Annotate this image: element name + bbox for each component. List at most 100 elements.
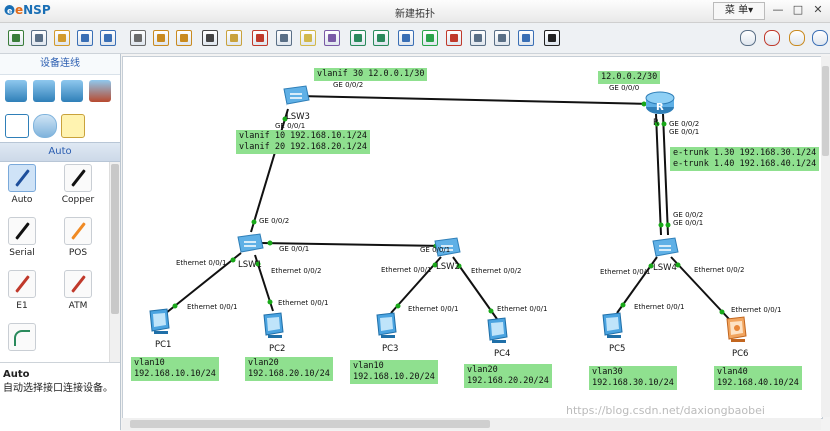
switch-lsw3[interactable] bbox=[281, 83, 311, 107]
maximize-button[interactable]: □ bbox=[788, 2, 808, 18]
topology-icon[interactable] bbox=[518, 30, 534, 46]
cable-label: Auto bbox=[11, 195, 33, 205]
router-r[interactable]: R bbox=[643, 90, 677, 116]
link-r-lsw4-b[interactable] bbox=[662, 113, 669, 236]
start-device-icon[interactable] bbox=[422, 30, 438, 46]
save-icon[interactable] bbox=[77, 30, 93, 46]
pc-icon bbox=[487, 317, 508, 343]
router-icon[interactable] bbox=[5, 80, 27, 102]
serial-cable[interactable]: Serial bbox=[2, 217, 42, 258]
delete-all-links-icon[interactable] bbox=[276, 30, 292, 46]
pos-cable[interactable]: POS bbox=[58, 217, 98, 258]
redo-icon[interactable] bbox=[176, 30, 192, 46]
menu-button[interactable]: 菜 单▾ bbox=[713, 2, 765, 20]
config-note[interactable]: vlanif 10 192.168.10.1/24 vlanif 20 192.… bbox=[236, 130, 370, 154]
palette-icon-glyph bbox=[328, 34, 336, 42]
cli-icon[interactable] bbox=[544, 30, 560, 46]
atm-cable[interactable]: ATM bbox=[58, 270, 98, 311]
e1-cable[interactable]: E1 bbox=[2, 270, 42, 311]
app-name-rest: NSP bbox=[23, 3, 51, 17]
port-label: Ethernet 0/0/2 bbox=[694, 266, 745, 274]
fit-view-icon-glyph bbox=[402, 34, 410, 42]
auto-cable[interactable]: Auto bbox=[2, 164, 42, 205]
zoom-in-icon[interactable] bbox=[350, 30, 366, 46]
pc-pc2[interactable] bbox=[261, 312, 287, 340]
pc-icon bbox=[149, 308, 170, 334]
config-note[interactable]: vlan10 192.168.10.10/24 bbox=[131, 357, 219, 381]
scrollbar-thumb[interactable] bbox=[111, 164, 119, 314]
text-note-icon-glyph bbox=[304, 34, 312, 42]
config-note[interactable]: vlan20 192.168.20.20/24 bbox=[464, 364, 552, 388]
cable-category-header: Auto bbox=[0, 142, 120, 162]
zoom-out-icon[interactable] bbox=[373, 30, 389, 46]
wlan-icon[interactable] bbox=[61, 80, 83, 102]
open-example-icon[interactable] bbox=[54, 30, 70, 46]
config-note[interactable]: e-trunk 1.30 192.168.30.1/24 e-trunk 1.4… bbox=[670, 147, 820, 171]
new-topology-icon[interactable] bbox=[8, 30, 24, 46]
config-note[interactable]: vlan40 192.168.40.10/24 bbox=[714, 366, 802, 390]
firewall-icon[interactable] bbox=[89, 80, 111, 102]
device-category-row bbox=[0, 78, 120, 104]
port-label: Ethernet 0/0/1 bbox=[381, 266, 432, 274]
new-topology-icon-glyph bbox=[12, 34, 20, 42]
delete-icon[interactable] bbox=[252, 30, 268, 46]
stop-device-icon[interactable] bbox=[446, 30, 462, 46]
fit-view-icon[interactable] bbox=[398, 30, 414, 46]
cloud-icon[interactable] bbox=[33, 114, 57, 138]
cli-icon-glyph bbox=[548, 34, 556, 42]
grid-icon[interactable] bbox=[494, 30, 510, 46]
switch-lsw4[interactable] bbox=[650, 235, 680, 259]
cable-label: POS bbox=[68, 248, 88, 258]
config-note[interactable]: vlan20 192.168.20.10/24 bbox=[245, 357, 333, 381]
capture-icon[interactable] bbox=[470, 30, 486, 46]
config-note[interactable]: 12.0.0.2/30 bbox=[598, 71, 661, 84]
port-label: Ethernet 0/0/1 bbox=[408, 305, 459, 313]
palette-icon[interactable] bbox=[324, 30, 340, 46]
panel-scrollbar[interactable] bbox=[109, 162, 120, 362]
pos-cable-icon bbox=[64, 217, 92, 245]
pc-pc4[interactable] bbox=[485, 317, 511, 345]
text-note-icon[interactable] bbox=[300, 30, 316, 46]
canvas-vertical-scrollbar[interactable] bbox=[821, 56, 830, 417]
print-icon[interactable] bbox=[130, 30, 146, 46]
app-name-e: e bbox=[15, 3, 24, 17]
close-button[interactable]: ✕ bbox=[808, 2, 828, 18]
config-note[interactable]: vlan10 192.168.10.20/24 bbox=[350, 360, 438, 384]
pc-icon[interactable] bbox=[5, 114, 29, 138]
undo-icon[interactable] bbox=[153, 30, 169, 46]
chat-icon[interactable] bbox=[740, 30, 756, 46]
cable-info-title: Auto bbox=[3, 369, 30, 380]
main-toolbar bbox=[0, 23, 830, 54]
link-lsw3-r[interactable] bbox=[297, 95, 654, 105]
huawei-icon[interactable] bbox=[764, 30, 780, 46]
device-label: PC6 bbox=[732, 349, 749, 359]
help-icon[interactable] bbox=[812, 30, 828, 46]
switch-lsw1[interactable] bbox=[235, 231, 265, 255]
pc-pc1[interactable] bbox=[147, 308, 173, 336]
cable-label: ATM bbox=[68, 301, 88, 311]
topology-canvas[interactable]: LSW3 R R LSW1 LSW2 LSW4 PC1 PC2 PC3 PC4 … bbox=[122, 56, 823, 419]
canvas-horizontal-scrollbar[interactable] bbox=[122, 418, 821, 430]
pan-hand-icon[interactable] bbox=[226, 30, 242, 46]
zoom-in-icon-glyph bbox=[354, 34, 362, 42]
settings-icon[interactable] bbox=[789, 30, 805, 46]
port-label: Ethernet 0/0/1 bbox=[176, 259, 227, 267]
connection-icon[interactable] bbox=[61, 114, 85, 138]
link-r-lsw4-a[interactable] bbox=[655, 113, 662, 236]
switch-icon[interactable] bbox=[33, 80, 55, 102]
scrollbar-thumb[interactable] bbox=[130, 420, 490, 428]
pc-pc6[interactable] bbox=[723, 316, 751, 344]
ctl-cable[interactable] bbox=[2, 323, 42, 354]
cable-label: Serial bbox=[9, 248, 35, 258]
save-as-icon[interactable] bbox=[100, 30, 116, 46]
select-icon[interactable] bbox=[202, 30, 218, 46]
scrollbar-thumb[interactable] bbox=[822, 66, 829, 156]
minimize-button[interactable]: — bbox=[768, 2, 788, 18]
pc-pc5[interactable] bbox=[600, 312, 626, 340]
pc-pc3[interactable] bbox=[374, 312, 400, 340]
copper-cable[interactable]: Copper bbox=[58, 164, 98, 205]
config-note[interactable]: vlanif 30 12.0.0.1/30 bbox=[314, 68, 428, 81]
config-note[interactable]: vlan30 192.168.30.10/24 bbox=[589, 366, 677, 390]
port-label: GE 0/0/2 bbox=[333, 81, 364, 89]
open-icon[interactable] bbox=[31, 30, 47, 46]
